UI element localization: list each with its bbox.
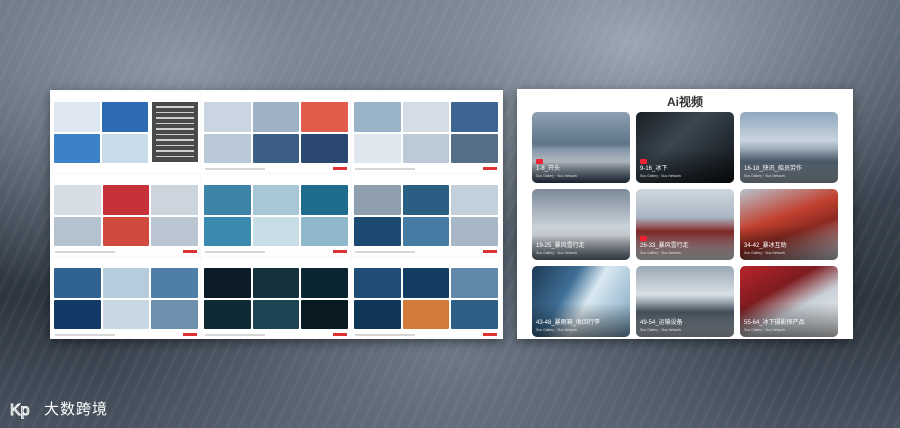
video-card-subtitle: Sus Gallery · Sus Network bbox=[536, 174, 578, 178]
storyboard-panel bbox=[52, 175, 200, 255]
video-card-subtitle: Sus Gallery · Sus Network bbox=[744, 251, 786, 255]
video-card[interactable]: 55-64_冰下摄影探产品 Sus Gallery · Sus Network bbox=[740, 266, 838, 337]
video-card-subtitle: Sus Gallery · Sus Network bbox=[640, 251, 682, 255]
brand-name: 大数跨境 bbox=[44, 401, 109, 418]
video-card-subtitle: Sus Gallery · Sus Network bbox=[640, 328, 682, 332]
video-card-subtitle: Sus Gallery · Sus Network bbox=[536, 328, 578, 332]
video-card[interactable]: 9-16_冰下 Sus Gallery · Sus Network bbox=[636, 112, 734, 183]
video-card-title: 9-16_冰下 bbox=[640, 166, 668, 172]
video-card[interactable]: 26-33_暴风雪行走 Sus Gallery · Sus Network bbox=[636, 189, 734, 260]
video-card[interactable]: 49-54_运输设备 Sus Gallery · Sus Network bbox=[636, 266, 734, 337]
brand-mark-icon: Kp bbox=[10, 399, 38, 419]
storyboard-panel bbox=[352, 92, 500, 172]
video-card-subtitle: Sus Gallery · Sus Network bbox=[744, 174, 786, 178]
caption-block bbox=[152, 102, 198, 162]
storyboard-panel bbox=[52, 92, 200, 172]
video-card-title: 43-48_暴雨箱_收回行李 bbox=[536, 320, 601, 326]
video-card[interactable]: 19-25_暴风雪行走 Sus Gallery · Sus Network bbox=[532, 189, 630, 260]
storyboard-panel bbox=[202, 175, 350, 255]
brand-logo: Kp 大数跨境 bbox=[10, 398, 108, 419]
video-card-title: 16-18_快讯_船员劳作 bbox=[744, 166, 803, 172]
video-card-title: 26-33_暴风雪行走 bbox=[640, 243, 689, 249]
ai-video-panel: Ai视频 1-8_开头 Sus Gallery · Sus Network 9-… bbox=[517, 89, 853, 339]
video-card-title: 19-25_暴风雪行走 bbox=[536, 243, 585, 249]
storyboard-panel bbox=[202, 258, 350, 338]
video-card-subtitle: Sus Gallery · Sus Network bbox=[536, 251, 578, 255]
video-card-title: 1-8_开头 bbox=[536, 166, 561, 172]
storyboard-panel bbox=[202, 92, 350, 172]
video-card-title: 49-54_运输设备 bbox=[640, 320, 683, 326]
video-card[interactable]: 34-42_暴冰互助 Sus Gallery · Sus Network bbox=[740, 189, 838, 260]
storyboard-panel bbox=[52, 258, 200, 338]
video-card-subtitle: Sus Gallery · Sus Network bbox=[640, 174, 682, 178]
video-card[interactable]: 16-18_快讯_船员劳作 Sus Gallery · Sus Network bbox=[740, 112, 838, 183]
video-card[interactable]: 1-8_开头 Sus Gallery · Sus Network bbox=[532, 112, 630, 183]
storyboard-sheet bbox=[50, 90, 503, 339]
video-card-subtitle: Sus Gallery · Sus Network bbox=[744, 328, 786, 332]
video-card[interactable]: 43-48_暴雨箱_收回行李 Sus Gallery · Sus Network bbox=[532, 266, 630, 337]
panel-title: Ai视频 bbox=[666, 95, 703, 109]
video-card-title: 34-42_暴冰互助 bbox=[744, 243, 787, 249]
svg-text:Kp: Kp bbox=[10, 402, 30, 419]
storyboard-panel bbox=[352, 175, 500, 255]
storyboard-panel bbox=[352, 258, 500, 338]
video-card-title: 55-64_冰下摄影探产品 bbox=[744, 320, 805, 326]
